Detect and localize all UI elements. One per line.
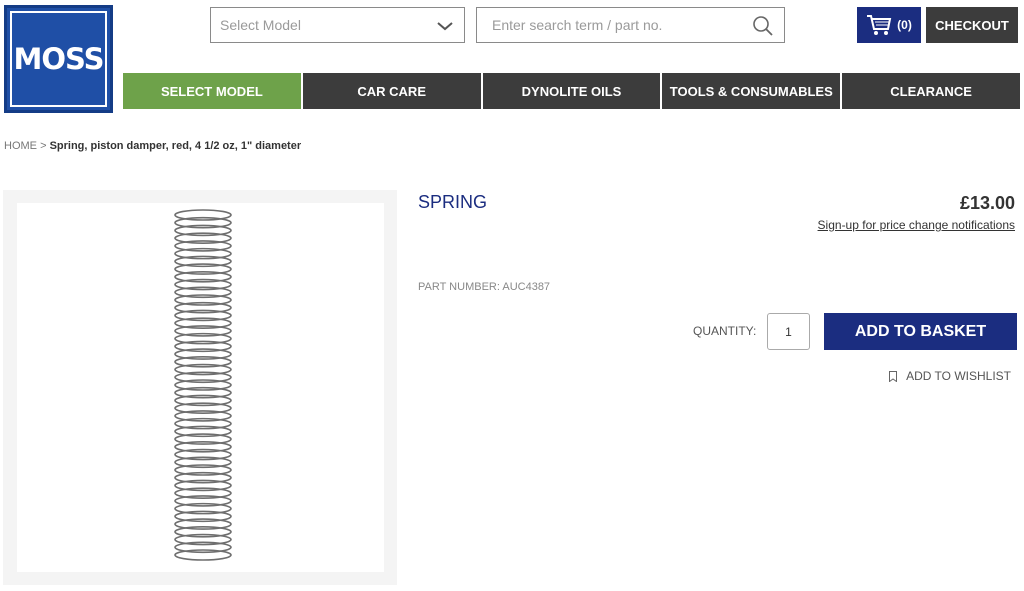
- nav-tools-consumables[interactable]: TOOLS & CONSUMABLES: [662, 73, 841, 109]
- breadcrumb: HOME > Spring, piston damper, red, 4 1/2…: [4, 140, 301, 152]
- cart-button[interactable]: (0): [857, 7, 921, 43]
- search-input[interactable]: Enter search term / part no.: [476, 7, 785, 43]
- main-nav: SELECT MODEL CAR CARE DYNOLITE OILS TOOL…: [123, 73, 1020, 109]
- wishlist-label: ADD TO WISHLIST: [906, 369, 1011, 383]
- select-model-dropdown[interactable]: Select Model: [210, 7, 465, 43]
- price-notify-link[interactable]: Sign-up for price change notifications: [818, 218, 1015, 232]
- search-icon[interactable]: [752, 15, 774, 37]
- add-to-basket-button[interactable]: ADD TO BASKET: [824, 313, 1017, 350]
- select-model-placeholder: Select Model: [220, 17, 301, 33]
- nav-select-model[interactable]: SELECT MODEL: [123, 73, 301, 109]
- breadcrumb-current: Spring, piston damper, red, 4 1/2 oz, 1"…: [49, 140, 302, 152]
- chevron-down-icon: [437, 22, 453, 31]
- product-price: £13.00: [959, 193, 1015, 213]
- logo-frame: MOSS: [10, 11, 107, 107]
- quantity-input[interactable]: 1: [767, 313, 810, 350]
- checkout-button[interactable]: CHECKOUT: [926, 7, 1018, 43]
- nav-dynolite-oils[interactable]: DYNOLITE OILS: [482, 73, 661, 109]
- nav-clearance[interactable]: CLEARANCE: [842, 73, 1020, 109]
- bookmark-icon: [889, 370, 898, 382]
- search-placeholder: Enter search term / part no.: [492, 17, 663, 33]
- moss-logo[interactable]: MOSS: [4, 5, 113, 113]
- nav-car-care[interactable]: CAR CARE: [302, 73, 481, 109]
- cart-icon: [867, 15, 892, 35]
- product-image-frame: [3, 190, 397, 585]
- breadcrumb-separator: >: [40, 140, 47, 152]
- cart-count: (0): [897, 18, 912, 32]
- part-number: PART NUMBER: AUC4387: [418, 281, 551, 293]
- add-to-wishlist-link[interactable]: ADD TO WISHLIST: [889, 369, 1011, 383]
- logo-text: MOSS: [13, 42, 105, 76]
- breadcrumb-home[interactable]: HOME: [4, 140, 37, 152]
- quantity-label: QUANTITY:: [693, 324, 757, 338]
- spring-image: [174, 209, 232, 561]
- product-image[interactable]: [17, 203, 384, 572]
- product-title: SPRING: [418, 192, 488, 212]
